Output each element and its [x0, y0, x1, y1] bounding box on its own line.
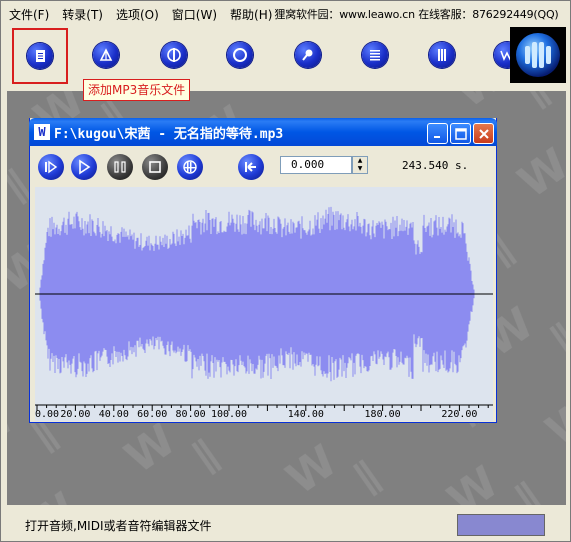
status-text: 打开音频,MIDI或者音符编辑器文件	[25, 518, 212, 533]
edit-icon	[93, 42, 119, 68]
convert-icon	[183, 160, 197, 174]
search-icon	[295, 42, 321, 68]
bars-icon	[429, 42, 455, 68]
menu-bar: 文件(F) 转录(T) 选项(O) 窗口(W) 帮助(H) 狸窝软件园：www.…	[1, 1, 570, 27]
logo-icon	[516, 33, 560, 77]
time-axis: 0.00 20.00 40.00 60.00 80.00 100.00 140.00 180.…	[35, 404, 493, 420]
child-window-titlebar[interactable]: W F:\kugou\宋茜 - 无名指的等待.mp3	[29, 118, 497, 146]
maximize-button[interactable]	[450, 123, 471, 144]
search-button[interactable]	[280, 27, 336, 83]
close-icon	[478, 128, 489, 139]
maximize-icon	[454, 127, 467, 140]
axis-tick-label: 100.00	[211, 409, 247, 420]
go-to-start-button[interactable]	[238, 154, 264, 180]
audio-file-window: W F:\kugou\宋茜 - 无名指的等待.mp3 0.000 ▲ ▼ 243…	[29, 118, 497, 423]
convert-button[interactable]	[177, 154, 203, 180]
add-mp3-icon	[27, 43, 53, 69]
app-icon: W	[34, 124, 50, 140]
position-input[interactable]: 0.000	[280, 156, 352, 174]
menu-transcribe[interactable]: 转录(T)	[62, 6, 103, 23]
child-window-title: F:\kugou\宋茜 - 无名指的等待.mp3	[54, 126, 284, 142]
axis-tick-label: 0.00	[35, 409, 59, 420]
edit-button[interactable]	[78, 27, 134, 83]
split-button[interactable]	[146, 27, 202, 83]
stop-icon	[149, 161, 161, 173]
play-from-start-button[interactable]	[38, 154, 64, 180]
axis-tick-label: 40.00	[99, 409, 129, 420]
axis-tick-label: 140.00	[288, 409, 324, 420]
status-progress	[457, 514, 545, 536]
play-button[interactable]	[71, 154, 97, 180]
menu-options[interactable]: 选项(O)	[116, 6, 159, 23]
go-start-icon	[245, 162, 256, 172]
pause-button[interactable]	[107, 154, 133, 180]
position-spinner[interactable]: ▲ ▼	[352, 156, 368, 174]
menu-help[interactable]: 帮助(H)	[230, 6, 272, 23]
record-button[interactable]	[212, 27, 268, 83]
menu-window[interactable]: 窗口(W)	[172, 6, 217, 23]
axis-tick-label: 220.00	[441, 409, 477, 420]
site-info-text: 狸窝软件园：www.leawo.cn 在线客服：876292449(QQ)	[274, 8, 559, 21]
player-controls: 0.000 ▲ ▼ 243.540 s.	[30, 147, 496, 187]
spin-up-icon[interactable]: ▲	[353, 157, 367, 165]
spin-down-icon[interactable]: ▼	[353, 165, 367, 173]
minimize-button[interactable]	[427, 123, 448, 144]
waveform-canvas[interactable]: 0.00 20.00 40.00 60.00 80.00 100.00 140.00 180.…	[35, 187, 493, 421]
bars-button[interactable]	[414, 27, 470, 83]
tooltip-add-mp3: 添加MP3音乐文件	[83, 79, 191, 101]
list-button[interactable]	[347, 27, 403, 83]
app-window: 文件(F) 转录(T) 选项(O) 窗口(W) 帮助(H) 狸窝软件园：www.…	[0, 0, 571, 542]
menu-file[interactable]: 文件(F)	[9, 6, 49, 23]
duration-label: 243.540 s.	[402, 159, 469, 172]
app-logo	[510, 27, 566, 83]
axis-tick-label: 180.00	[365, 409, 401, 420]
minimize-icon	[433, 135, 440, 138]
close-button[interactable]	[473, 123, 494, 144]
list-icon	[362, 42, 388, 68]
axis-tick-label: 60.00	[137, 409, 167, 420]
pause-icon	[114, 161, 126, 173]
circle-icon	[227, 42, 253, 68]
add-mp3-button[interactable]	[12, 28, 68, 84]
axis-tick-label: 20.00	[60, 409, 90, 420]
stop-button[interactable]	[142, 154, 168, 180]
play-start-icon	[45, 160, 58, 174]
waveform-view[interactable]: 0.00 20.00 40.00 60.00 80.00 100.00 140.00 180.…	[35, 187, 493, 421]
split-icon	[161, 42, 187, 68]
axis-tick-label: 80.00	[176, 409, 206, 420]
play-icon	[79, 159, 91, 175]
toolbar	[1, 27, 570, 85]
